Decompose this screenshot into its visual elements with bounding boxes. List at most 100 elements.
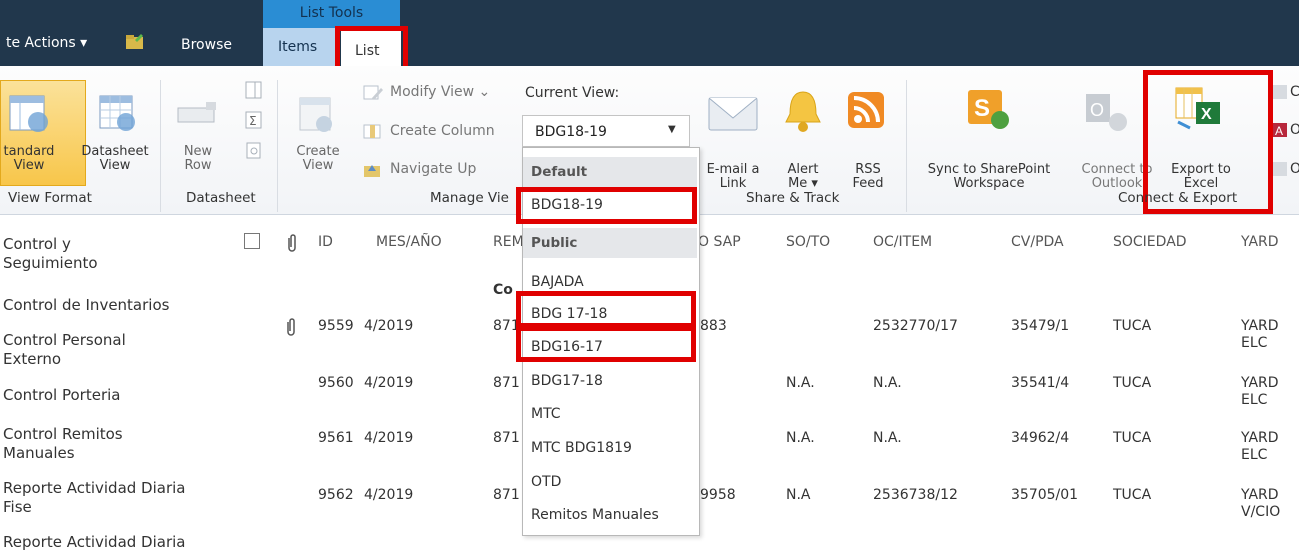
totals-sigma-icon[interactable]: Σ [244,110,264,130]
sharepoint-workspace-icon[interactable]: S [964,86,1014,134]
table-cell-soto: N.A. [786,375,815,391]
dropdown-item-mtc[interactable]: MTC [531,406,561,422]
group-header-label[interactable]: Co [493,282,513,298]
sync-sharepoint-label: Sync to SharePoint Workspace [927,162,1051,191]
nav-item-control-seguimiento[interactable]: Control y Seguimiento [3,235,98,273]
table-cell-id[interactable]: 9561 [318,430,354,446]
table-cell-mes: 4/2019 [364,487,414,503]
select-all-checkbox[interactable] [244,233,260,249]
column-header-rem[interactable]: REM [493,234,524,250]
nav-item-reporte-actividad[interactable]: Reporte Actividad Diaria [3,533,186,552]
modify-view-icon [363,85,383,100]
column-header-id[interactable]: ID [318,234,333,250]
svg-text:S: S [974,95,990,122]
table-cell-rem: 871 [493,430,520,446]
outlook-icon[interactable]: O [1082,88,1130,136]
tab-browse[interactable]: Browse [181,37,232,53]
new-row-icon[interactable] [176,98,220,134]
table-cell-yard: YARD ELC [1241,318,1279,351]
column-header-mes-ano[interactable]: MES/AÑO [376,234,442,250]
table-cell-id[interactable]: 9559 [318,318,354,334]
svg-text:A: A [1275,124,1283,138]
svg-text:O: O [1090,100,1104,120]
table-cell-sap: 9958 [700,487,736,503]
navigate-up-button[interactable]: Navigate Up [390,161,476,177]
attachment-icon [287,318,295,336]
table-cell-cv: 35541/4 [1011,375,1070,391]
top-bar [0,0,1299,66]
alert-me-label: Alert Me ▾ [787,162,819,191]
right-small-label-2: O [1290,122,1299,138]
dropdown-item-remitos-manuales[interactable]: Remitos Manuales [531,507,659,523]
site-actions-menu[interactable]: te Actions ▾ [6,35,87,51]
create-view-label: Create View [296,144,340,173]
column-header-so-to[interactable]: SO/TO [786,234,830,250]
show-taskpane-icon[interactable] [244,80,264,100]
attachment-icon [288,234,296,252]
dropdown-item-bajada[interactable]: BAJADA [531,274,584,290]
column-header-cv-pda[interactable]: CV/PDA [1011,234,1064,250]
current-view-value: BDG18-19 [535,124,607,140]
dropdown-item-bdg17-18[interactable]: BDG17-18 [531,373,603,389]
dropdown-header-default: Default [523,157,697,187]
alert-bell-icon[interactable] [780,86,826,136]
table-cell-rem: 871 [493,487,520,503]
table-cell-yard: YARD ELC [1241,375,1279,408]
ribbon-separator [160,80,161,212]
group-datasheet: Datasheet [186,190,256,206]
right-small-icon-1[interactable] [1272,84,1288,100]
create-column-icon [363,124,381,139]
datasheet-view-icon[interactable] [94,92,140,138]
table-cell-sociedad: TUCA [1113,375,1152,391]
column-header-oc-item[interactable]: OC/ITEM [873,234,932,250]
nav-item-control-personal[interactable]: Control Personal Externo [3,331,126,369]
nav-item-control-inventarios[interactable]: Control de Inventarios [3,296,169,315]
right-small-label-1: C [1290,84,1299,100]
dropdown-item-otd[interactable]: OTD [531,474,561,490]
rss-feed-label: RSS Feed [852,162,884,191]
table-cell-id[interactable]: 9562 [318,487,354,503]
navigate-folder-icon[interactable] [125,32,145,50]
column-header-sap[interactable]: O SAP [698,234,741,250]
column-header-yard[interactable]: YARD [1241,234,1279,250]
dropdown-header-public: Public [523,228,697,258]
table-cell-sap: 883 [700,318,727,334]
tab-items-label: Items [278,39,318,55]
table-cell-mes: 4/2019 [364,318,414,334]
ribbon-separator [277,80,278,212]
nav-item-control-porteria[interactable]: Control Porteria [3,386,120,405]
nav-item-control-remitos[interactable]: Control Remitos Manuales [3,425,123,463]
column-header-sociedad[interactable]: SOCIEDAD [1113,234,1187,250]
table-cell-mes: 4/2019 [364,430,414,446]
ribbon-separator [906,80,907,212]
tab-items[interactable]: Items [263,28,335,66]
rss-feed-icon[interactable] [846,88,886,132]
access-icon[interactable]: A [1272,122,1288,138]
current-view-select[interactable]: BDG18-19 ▼ [522,115,690,147]
email-link-icon[interactable] [705,88,761,138]
right-small-icon-3[interactable] [1272,161,1288,177]
list-tools-header: List Tools [263,0,400,28]
table-cell-cv: 35479/1 [1011,318,1070,334]
table-cell-cv: 34962/4 [1011,430,1070,446]
table-cell-id[interactable]: 9560 [318,375,354,391]
standard-view-icon [9,95,48,132]
refresh-data-icon[interactable] [244,140,264,160]
create-view-icon[interactable] [296,92,340,138]
highlight-bdg-17-18 [516,291,696,328]
highlight-bdg18-19 [516,187,697,224]
dropdown-item-mtc-bdg1819[interactable]: MTC BDG1819 [531,440,632,456]
group-view-format: View Format [8,190,92,206]
group-manage-views: Manage Vie [430,190,509,206]
current-view-label: Current View: [525,85,620,101]
nav-item-reporte-fise[interactable]: Reporte Actividad Diaria Fise [3,479,186,517]
standard-view-label: tandard View [3,144,55,173]
table-cell-rem: 871 [493,375,520,391]
table-cell-sociedad: TUCA [1113,430,1152,446]
table-cell-oc: 2532770/17 [873,318,958,334]
create-column-button[interactable]: Create Column [390,123,495,139]
modify-view-button[interactable]: Modify View ⌄ [390,84,490,100]
svg-text:Σ: Σ [249,114,257,128]
new-row-label: New Row [183,144,213,173]
table-cell-oc: N.A. [873,430,902,446]
